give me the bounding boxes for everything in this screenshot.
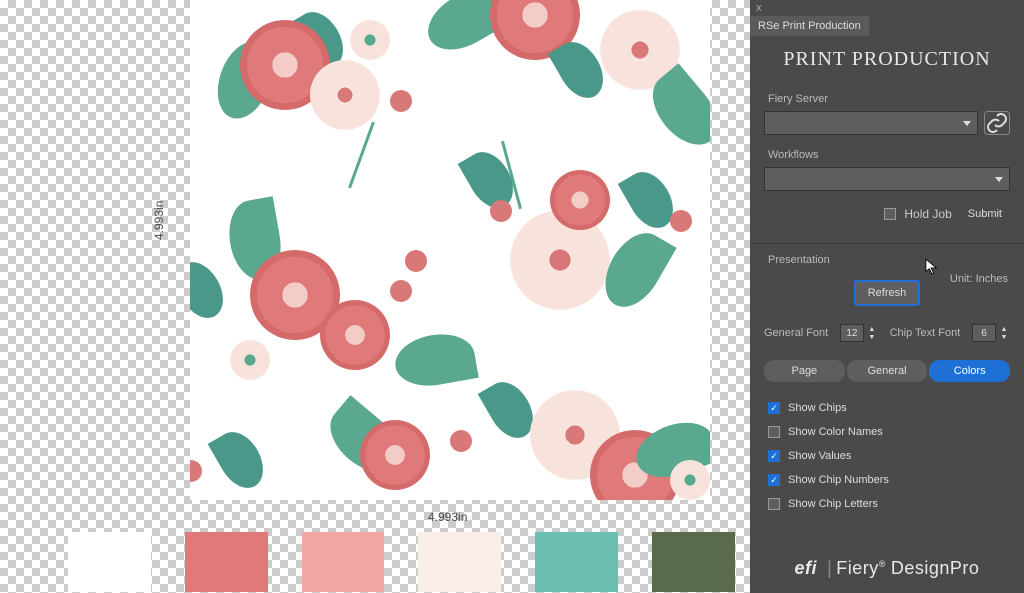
presentation-label: Presentation	[768, 254, 1024, 266]
panel-title: PRINT PRODUCTION	[750, 48, 1024, 71]
refresh-button[interactable]: Refresh	[854, 280, 920, 306]
swatch-cream[interactable]	[418, 532, 501, 592]
show-chips-checkbox[interactable]	[768, 402, 780, 414]
tab-general[interactable]: General	[847, 360, 928, 382]
workflows-label: Workflows	[768, 149, 1024, 161]
ruler-bottom-label: 4.993in	[428, 510, 467, 524]
swatch-white[interactable]	[68, 532, 151, 592]
unit-label: Unit: Inches	[950, 273, 1008, 285]
canvas-checkerboard[interactable]: 4.993in 4.993in	[0, 0, 750, 593]
tab-page[interactable]: Page	[764, 360, 845, 382]
show-color-names-checkbox[interactable]	[768, 426, 780, 438]
swatch-teal[interactable]	[535, 532, 618, 592]
fiery-server-dropdown[interactable]	[764, 111, 978, 135]
up-arrow-icon[interactable]: ▲	[866, 325, 878, 333]
show-chips-label: Show Chips	[788, 402, 847, 414]
panel-tab-title[interactable]: RSe Print Production	[750, 16, 869, 36]
logo-efi: efi	[795, 558, 818, 578]
tab-colors[interactable]: Colors	[929, 360, 1010, 382]
hold-job-checkbox[interactable]	[884, 208, 896, 220]
brand-logo: efi|Fiery® DesignPro	[750, 544, 1024, 593]
show-chip-letters-checkbox[interactable]	[768, 498, 780, 510]
panel-close-icon[interactable]: x	[750, 0, 1024, 16]
ruler-left-label: 4.993in	[152, 201, 166, 240]
artboard-floral-pattern[interactable]	[190, 0, 710, 500]
up-arrow-icon[interactable]: ▲	[998, 325, 1010, 333]
submit-button[interactable]: Submit	[960, 205, 1010, 223]
general-font-label: General Font	[764, 327, 828, 339]
swatch-rose[interactable]	[185, 532, 268, 592]
workflows-dropdown[interactable]	[764, 167, 1010, 191]
chip-font-stepper[interactable]: ▲▼	[972, 324, 1010, 342]
logo-product: DesignPro	[891, 558, 980, 578]
show-chip-letters-label: Show Chip Letters	[788, 498, 878, 510]
logo-brand: Fiery	[836, 558, 879, 578]
general-font-stepper[interactable]: ▲▼	[840, 324, 878, 342]
swatch-pink[interactable]	[302, 532, 385, 592]
chip-font-label: Chip Text Font	[890, 327, 961, 339]
show-color-names-label: Show Color Names	[788, 426, 883, 438]
show-chip-numbers-checkbox[interactable]	[768, 474, 780, 486]
show-chip-numbers-label: Show Chip Numbers	[788, 474, 889, 486]
swatch-olive[interactable]	[652, 532, 735, 592]
print-production-panel: x RSe Print Production PRINT PRODUCTION …	[750, 0, 1024, 593]
show-values-label: Show Values	[788, 450, 851, 462]
down-arrow-icon[interactable]: ▼	[866, 333, 878, 341]
show-values-checkbox[interactable]	[768, 450, 780, 462]
general-font-input[interactable]	[840, 324, 864, 342]
link-icon[interactable]	[984, 111, 1010, 135]
hold-job-label: Hold Job	[904, 207, 951, 221]
fiery-server-label: Fiery Server	[768, 93, 1024, 105]
down-arrow-icon[interactable]: ▼	[998, 333, 1010, 341]
chip-font-input[interactable]	[972, 324, 996, 342]
